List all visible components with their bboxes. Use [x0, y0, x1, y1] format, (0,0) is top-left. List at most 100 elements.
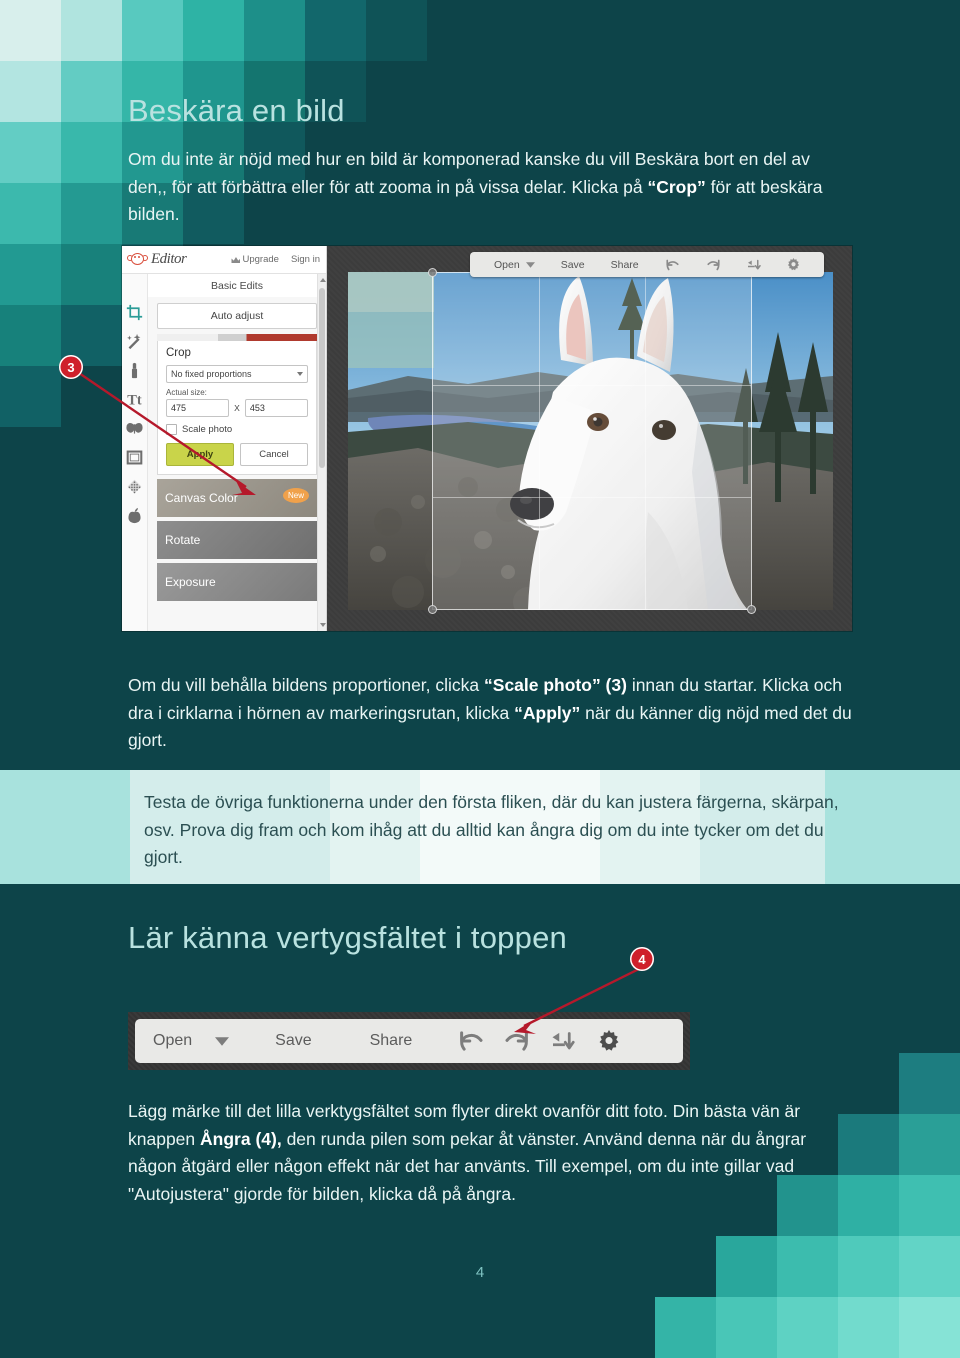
- mid-bold-scale-photo: “Scale photo” (3): [484, 675, 627, 695]
- pattern-square: [61, 183, 122, 244]
- pattern-square: [716, 1297, 777, 1358]
- pattern-square: [0, 61, 61, 122]
- chevron-down-icon: [215, 1036, 230, 1046]
- magic-wand-icon[interactable]: [126, 333, 143, 350]
- pattern-square: [366, 0, 427, 61]
- panel-scrollbar[interactable]: [317, 274, 326, 631]
- bottom-paragraph: Lägg märke till det lilla verktygsfältet…: [128, 1098, 858, 1208]
- toolbar-undo-button[interactable]: [652, 259, 693, 271]
- effect-thumbnail-strip: [157, 334, 317, 341]
- chevron-down-icon: [297, 372, 303, 376]
- pattern-square: [777, 1297, 838, 1358]
- toolbar-download-button[interactable]: [734, 259, 774, 271]
- toolbar-open-button[interactable]: Open: [481, 259, 548, 271]
- pattern-square: [655, 1297, 716, 1358]
- crop-icon[interactable]: [126, 304, 143, 321]
- bottom-bold-angra: Ångra (4),: [200, 1128, 282, 1149]
- pattern-square: [183, 0, 244, 61]
- undo-icon: [666, 259, 679, 270]
- undo-icon: [460, 1031, 483, 1051]
- crop-gridline-h1: [433, 384, 751, 386]
- crop-gridline-h2: [433, 496, 751, 498]
- pattern-square: [899, 1297, 960, 1358]
- big-toolbar-save-button[interactable]: Save: [275, 1032, 369, 1050]
- big-toolbar-share-button[interactable]: Share: [370, 1032, 459, 1050]
- exposure-label: Exposure: [165, 575, 216, 589]
- page-title-crop: Beskära en bild: [128, 93, 345, 128]
- mid-paragraph: Om du vill behålla bildens proportioner,…: [128, 672, 858, 755]
- mid-text-a: Om du vill behålla bildens proportioner,…: [128, 675, 485, 695]
- toolbar-share-button[interactable]: Share: [598, 259, 652, 271]
- pattern-square: [61, 61, 122, 122]
- mid-bold-apply: “Apply”: [514, 702, 581, 723]
- basic-edits-title: Basic Edits: [148, 274, 326, 297]
- crop-handle-bottom-left[interactable]: [428, 605, 437, 614]
- signin-link[interactable]: Sign in: [291, 254, 320, 265]
- editor-panel-header: Editor Upgrade Sign in: [122, 246, 326, 274]
- scroll-up-arrow-icon[interactable]: [320, 278, 326, 282]
- big-share-label: Share: [369, 1032, 413, 1049]
- toolbar-save-button[interactable]: Save: [548, 259, 598, 271]
- pattern-square: [0, 366, 61, 427]
- callout-3-arrow: [75, 370, 256, 495]
- editor-header-links: Upgrade Sign in: [231, 254, 320, 265]
- pattern-square: [244, 0, 305, 61]
- pattern-square: [899, 1053, 960, 1114]
- big-toolbar-open-button[interactable]: Open: [153, 1032, 275, 1050]
- crop-handle-top-left[interactable]: [428, 268, 437, 277]
- upgrade-link[interactable]: Upgrade: [231, 254, 279, 265]
- rotate-tile[interactable]: Rotate: [157, 521, 317, 559]
- monkey-logo-icon: [127, 252, 148, 267]
- pattern-square: [838, 1297, 899, 1358]
- intro-paragraph: Om du inte är nöjd med hur en bild är ko…: [128, 146, 848, 229]
- upgrade-label: Upgrade: [242, 254, 279, 265]
- download-icon: [747, 259, 761, 269]
- pattern-square: [899, 1175, 960, 1236]
- page-number: 4: [475, 1264, 485, 1281]
- gear-icon: [787, 258, 799, 271]
- pattern-square: [61, 0, 122, 61]
- callout-badge-4: 4: [630, 947, 654, 971]
- pattern-square: [0, 122, 61, 183]
- toolbar-share-label: Share: [610, 258, 639, 271]
- crop-selection-box[interactable]: [428, 268, 756, 614]
- pattern-square: [61, 122, 122, 183]
- big-save-label: Save: [275, 1032, 312, 1049]
- toolbar-redo-button[interactable]: [693, 259, 734, 271]
- auto-adjust-button[interactable]: Auto adjust: [157, 303, 317, 329]
- toolbar-settings-button[interactable]: [774, 258, 813, 271]
- crop-gridline-v1: [538, 273, 540, 609]
- toolbar-save-label: Save: [560, 258, 585, 271]
- exposure-tile[interactable]: Exposure: [157, 563, 317, 601]
- editor-floating-toolbar: Open Save Share: [470, 252, 824, 277]
- brand-name: Editor: [151, 251, 187, 267]
- intro-bold-crop: “Crop”: [647, 176, 706, 197]
- pattern-square: [305, 0, 366, 61]
- pattern-square: [0, 183, 61, 244]
- crown-icon: [231, 257, 241, 263]
- big-open-label: Open: [153, 1032, 193, 1049]
- pattern-square: [61, 244, 122, 305]
- callout-4-arrow: [514, 964, 646, 1034]
- scroll-down-arrow-icon[interactable]: [320, 623, 326, 627]
- crop-handle-bottom-right[interactable]: [747, 605, 756, 614]
- pattern-square: [0, 244, 61, 305]
- pattern-square: [122, 0, 183, 61]
- toolbar-open-label: Open: [494, 258, 520, 271]
- crop-overlay-dim: [433, 273, 751, 609]
- chevron-down-icon: [525, 261, 535, 268]
- rotate-label: Rotate: [165, 533, 201, 547]
- big-toolbar-undo-button[interactable]: [458, 1031, 504, 1051]
- apple-theme-icon[interactable]: [126, 507, 143, 524]
- scrollbar-thumb[interactable]: [319, 288, 325, 468]
- page-title-toolbar: Lär känna vertygsfältet i toppen: [128, 920, 567, 955]
- pattern-square: [0, 305, 61, 366]
- crop-gridline-v2: [644, 273, 646, 609]
- band-paragraph: Testa de övriga funktionerna under den f…: [144, 792, 839, 867]
- redo-icon: [707, 259, 720, 270]
- pattern-square: [899, 1114, 960, 1175]
- crop-panel-title: Crop: [166, 347, 191, 359]
- page-root: Beskära en bild Om du inte är nöjd med h…: [0, 0, 960, 1358]
- callout-badge-3: 3: [59, 355, 83, 379]
- new-badge: New: [282, 488, 309, 503]
